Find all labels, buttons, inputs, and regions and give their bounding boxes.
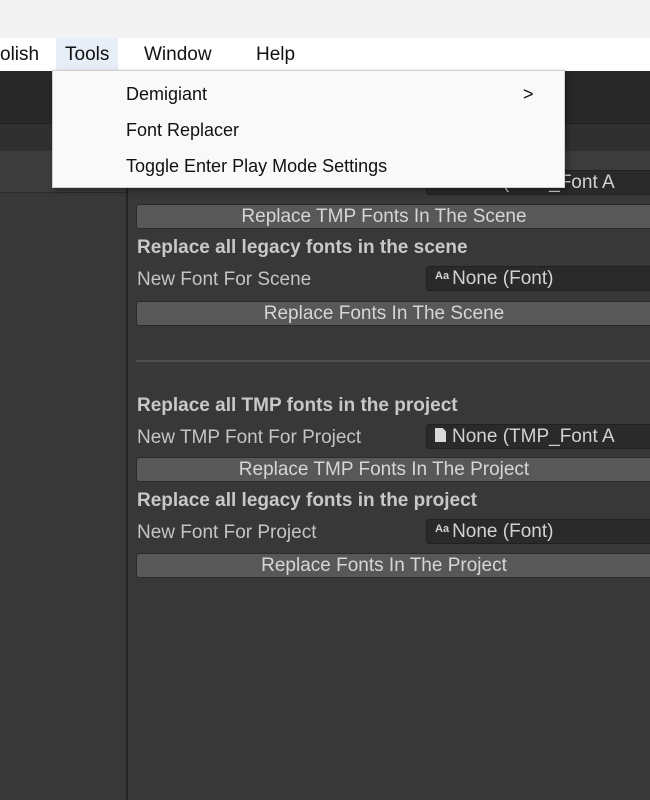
- submenu-arrow-icon: >: [523, 84, 534, 104]
- menu-item-demigiant[interactable]: Demigiant: [126, 81, 207, 107]
- project-legacy-font-value: None (Font): [452, 521, 554, 542]
- font-asset-icon: Aa: [435, 270, 450, 283]
- project-legacy-header: Replace all legacy fonts in the project: [137, 490, 477, 511]
- hierarchy-panel: [0, 151, 128, 800]
- window-title-bar: [0, 0, 650, 38]
- replace-fonts-project-button[interactable]: Replace Fonts In The Project: [136, 553, 650, 578]
- scene-legacy-font-label: New Font For Scene: [137, 269, 312, 290]
- project-tmp-font-label: New TMP Font For Project: [137, 427, 362, 448]
- project-legacy-font-label: New Font For Project: [137, 522, 317, 543]
- menu-item-toggle-enter-play-mode[interactable]: Toggle Enter Play Mode Settings: [126, 153, 387, 179]
- project-tmp-font-field[interactable]: None (TMP_Font A: [426, 424, 650, 449]
- replace-fonts-scene-button[interactable]: Replace Fonts In The Scene: [136, 301, 650, 326]
- font-asset-icon: Aa: [435, 523, 450, 536]
- project-tmp-header: Replace all TMP fonts in the project: [137, 395, 458, 416]
- menu-window[interactable]: Window: [144, 38, 212, 71]
- menu-bar: olish Tools Window Help: [0, 38, 650, 71]
- tmp-font-asset-icon: [435, 427, 446, 442]
- section-divider: [136, 360, 650, 362]
- menu-help[interactable]: Help: [256, 38, 295, 71]
- tools-dropdown-menu: Demigiant > Font Replacer Toggle Enter P…: [52, 70, 565, 188]
- scene-legacy-font-field[interactable]: Aa None (Font): [426, 266, 650, 291]
- project-legacy-font-field[interactable]: Aa None (Font): [426, 519, 650, 544]
- menu-tools[interactable]: Tools: [56, 38, 119, 71]
- menu-item-font-replacer[interactable]: Font Replacer: [126, 117, 239, 143]
- project-tmp-font-value: None (TMP_Font A: [452, 426, 615, 447]
- menu-publish[interactable]: olish: [0, 38, 39, 71]
- scene-legacy-font-value: None (Font): [452, 268, 554, 289]
- replace-tmp-fonts-project-button[interactable]: Replace TMP Fonts In The Project: [136, 457, 650, 482]
- replace-tmp-fonts-scene-button[interactable]: Replace TMP Fonts In The Scene: [136, 204, 650, 229]
- scene-legacy-header: Replace all legacy fonts in the scene: [137, 237, 468, 258]
